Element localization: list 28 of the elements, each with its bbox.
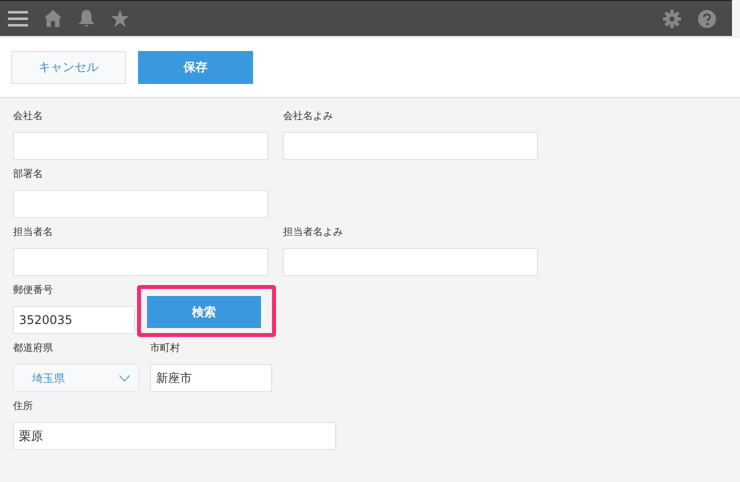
cancel-button[interactable]: キャンセル xyxy=(11,51,126,84)
bell-icon[interactable] xyxy=(78,10,95,28)
input-field[interactable]: 新座市 xyxy=(150,364,272,392)
input-field[interactable]: 3520035 xyxy=(13,306,135,334)
chevron-icon xyxy=(119,374,130,382)
help-icon[interactable] xyxy=(698,10,716,28)
input-field[interactable] xyxy=(283,248,538,276)
prefecture-dropdown[interactable]: 埼玉県 xyxy=(13,364,139,392)
field-label: 住所 xyxy=(13,400,34,414)
search-button[interactable]: 検索 xyxy=(147,296,261,328)
input-field[interactable] xyxy=(13,132,268,160)
field-label: 会社名 xyxy=(13,110,44,124)
input-field[interactable] xyxy=(13,190,268,218)
field-label: 担当者名よみ xyxy=(283,226,344,240)
field-label: 郵便番号 xyxy=(13,284,54,298)
input-field[interactable]: 栗原 xyxy=(13,422,336,450)
field-label: 担当者名 xyxy=(13,226,54,240)
field-label: 市町村 xyxy=(150,342,181,356)
menu-icon[interactable] xyxy=(8,10,28,28)
save-button[interactable]: 保存 xyxy=(138,51,253,84)
home-icon[interactable] xyxy=(44,10,62,27)
field-label: 会社名よみ xyxy=(283,110,334,124)
settings-icon[interactable] xyxy=(663,10,681,28)
field-label: 都道府県 xyxy=(13,342,54,356)
field-label: 部署名 xyxy=(13,168,44,182)
input-field[interactable] xyxy=(283,132,538,160)
input-field[interactable] xyxy=(13,248,268,276)
star-icon[interactable] xyxy=(111,10,129,27)
